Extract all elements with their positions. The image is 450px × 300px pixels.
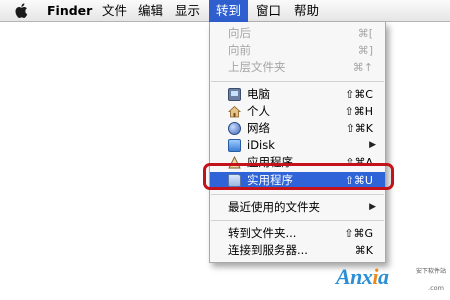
home-icon xyxy=(228,105,241,118)
menu-item-shortcut: ⌘K xyxy=(354,244,373,257)
menu-item-back[interactable]: 向后 ⌘[ xyxy=(210,25,385,42)
menu-file[interactable]: 文件 xyxy=(95,0,134,22)
menu-item-recent-folders[interactable]: 最近使用的文件夹 ▶ xyxy=(210,199,385,216)
menu-item-label: iDisk xyxy=(247,138,275,152)
menu-item-label: 转到文件夹... xyxy=(228,226,297,240)
menu-item-forward[interactable]: 向前 ⌘] xyxy=(210,42,385,59)
menu-item-label: 电脑 xyxy=(247,87,270,101)
menu-item-shortcut: ⌘] xyxy=(357,44,373,57)
menu-item-shortcut: ⌘[ xyxy=(357,27,373,40)
apple-logo-icon[interactable] xyxy=(14,2,30,19)
menu-separator xyxy=(211,81,384,82)
menu-window[interactable]: 窗口 xyxy=(249,0,288,22)
menu-item-shortcut: ⇧⌘H xyxy=(344,105,374,118)
menu-item-shortcut: ⌘↑ xyxy=(352,61,373,74)
menu-item-label: 网络 xyxy=(247,121,270,135)
menu-separator xyxy=(211,220,384,221)
computer-icon xyxy=(228,88,241,101)
menu-item-computer[interactable]: 电脑 ⇧⌘C xyxy=(210,86,385,103)
watermark-logo: Anxia 安下软件站 .com xyxy=(336,262,448,298)
menu-finder[interactable]: Finder xyxy=(40,0,99,22)
menu-bar: Finder 文件 编辑 显示 转到 窗口 帮助 xyxy=(0,0,450,22)
menu-item-idisk[interactable]: iDisk ▶ xyxy=(210,137,385,154)
submenu-arrow-icon: ▶ xyxy=(369,140,376,150)
submenu-arrow-icon: ▶ xyxy=(369,202,376,212)
menu-item-shortcut: ⇧⌘G xyxy=(344,227,373,240)
menu-edit[interactable]: 编辑 xyxy=(131,0,170,22)
network-globe-icon xyxy=(228,122,241,135)
idisk-icon xyxy=(228,139,241,152)
menu-item-label: 上层文件夹 xyxy=(228,60,286,74)
go-menu-dropdown: 向后 ⌘[ 向前 ⌘] 上层文件夹 ⌘↑ 电脑 ⇧⌘C 个人 ⇧⌘H 网络 ⇧⌘… xyxy=(209,22,386,263)
menu-item-label: 最近使用的文件夹 xyxy=(228,200,320,214)
menu-item-label: 向前 xyxy=(228,43,251,57)
menu-view[interactable]: 显示 xyxy=(168,0,207,22)
highlight-annotation-box xyxy=(203,163,394,190)
menu-item-label: 个人 xyxy=(247,104,270,118)
menu-item-go-to-folder[interactable]: 转到文件夹... ⇧⌘G xyxy=(210,225,385,242)
menu-item-connect-to-server[interactable]: 连接到服务器... ⌘K xyxy=(210,242,385,259)
menu-help[interactable]: 帮助 xyxy=(287,0,326,22)
watermark-url: .com xyxy=(428,284,444,292)
menu-item-label: 连接到服务器... xyxy=(228,243,308,257)
watermark-tagline: 安下软件站 xyxy=(415,268,446,275)
menu-item-home[interactable]: 个人 ⇧⌘H xyxy=(210,103,385,120)
menu-go[interactable]: 转到 xyxy=(209,0,249,22)
menu-item-shortcut: ⇧⌘C xyxy=(345,88,373,101)
menu-separator xyxy=(211,194,384,195)
watermark-brand: Anxia xyxy=(336,264,389,289)
menu-item-enclosing-folder[interactable]: 上层文件夹 ⌘↑ xyxy=(210,59,385,76)
menu-item-network[interactable]: 网络 ⇧⌘K xyxy=(210,120,385,137)
menu-item-shortcut: ⇧⌘K xyxy=(345,122,373,135)
menu-item-label: 向后 xyxy=(228,26,251,40)
